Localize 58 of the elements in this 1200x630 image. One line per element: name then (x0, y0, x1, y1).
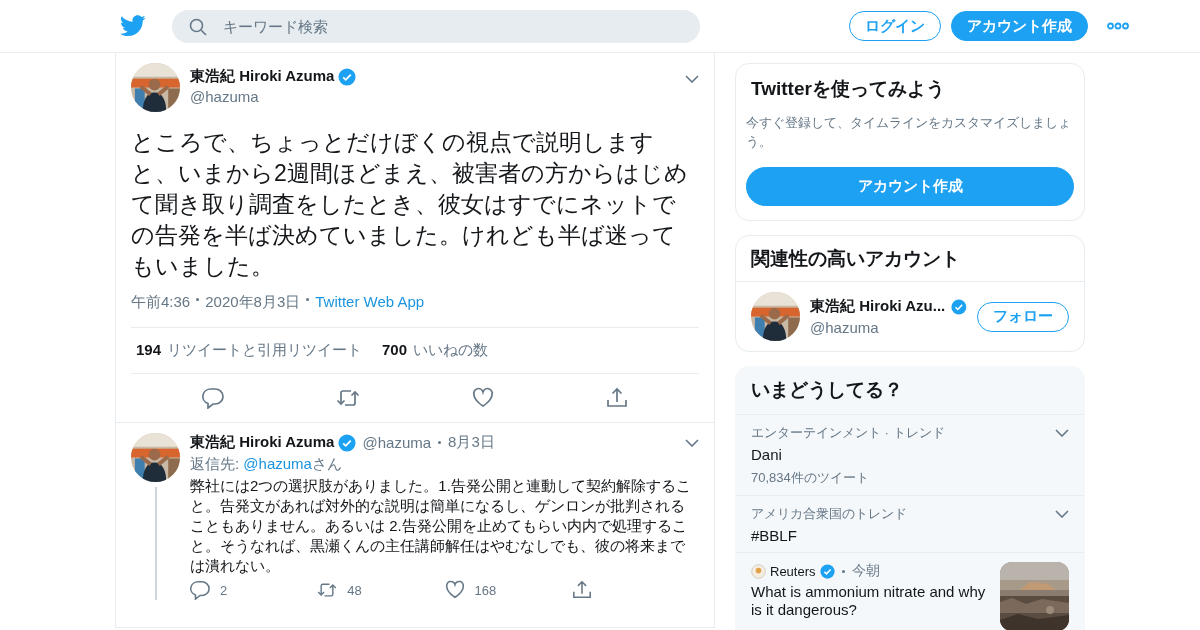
chevron-down-icon[interactable] (685, 75, 699, 83)
retweet-count[interactable]: 194 リツイートと引用リツイート (136, 341, 363, 360)
mention-link[interactable]: @hazuma (243, 455, 312, 472)
user-name[interactable]: 東浩紀 Hiroki Azuma (190, 67, 335, 86)
card-title: Twitterを使ってみよう (750, 77, 946, 101)
card-title: 関連性の高いアカウント (736, 236, 1084, 282)
reply-count: 2 (220, 582, 228, 598)
search-icon (189, 17, 207, 36)
signup-button[interactable]: アカウント作成 (746, 167, 1074, 206)
source-link[interactable]: Twitter Web App (315, 293, 425, 310)
card-title: いまどうしてる？ (736, 367, 1084, 415)
user-handle[interactable]: @hazuma (190, 88, 675, 105)
chevron-down-icon[interactable] (1055, 510, 1069, 518)
tweet-date[interactable]: 8月3日 (448, 433, 495, 452)
retweet-icon[interactable] (317, 580, 338, 600)
tweet-count: 70,834件のツイート (751, 469, 870, 487)
user-handle[interactable]: @hazuma (362, 434, 432, 451)
tweet-text: ところで、ちょっとだけぼくの視点で説明しますと、いまから2週間ほどまえ、被害者の方からはじめて聞き取り調査をしたとき、彼女はすでにネットでの告発を半ば決めていました。けれども半ば迷ってもいました。 (131, 128, 689, 281)
retweet-count: 48 (347, 582, 362, 598)
separator-dot (196, 298, 200, 301)
signup-button[interactable]: アカウント作成 (951, 11, 1088, 41)
tweet-text: 弊社には2つの選択肢がありました。1.告発公開と連動して契約解除すること。告発文があれば対外的な説明は簡単になるし、ゲンロンが批判されることもありません。あるいは 2.告発公開を止めてもらい内内で処理すること。そうなれば、黒瀬くんの主任講師解任はやむなしでも、彼の将来までは潰れない。 (190, 476, 692, 576)
trend-item[interactable]: アメリカ合衆国のトレンド #BBLF (736, 496, 1084, 553)
news-headline: What is ammonium nitrate and why is it dangerous? (751, 583, 987, 619)
news-item[interactable]: Reuters 今朝 What is ammonium nitrate and why is it dangerous? (736, 553, 1084, 630)
search-field[interactable]: キーワード検索 (172, 9, 700, 43)
reply-icon[interactable] (202, 387, 224, 409)
tweet-date: 2020年8月3日 (205, 293, 301, 310)
news-logo-icon (751, 563, 766, 579)
trend-name: #BBLF (751, 527, 798, 544)
user-handle[interactable]: @hazuma (810, 319, 967, 336)
share-icon[interactable] (571, 580, 592, 600)
trend-context: アメリカ合衆国のトレンド (751, 505, 907, 523)
user-name[interactable]: 東浩紀 Hiroki Azuma (190, 433, 335, 452)
news-time: 今朝 (851, 562, 880, 580)
chevron-down-icon[interactable] (1055, 429, 1069, 437)
reply-to-text: 返信先: @hazumaさん (190, 455, 343, 474)
chevron-down-icon[interactable] (685, 438, 699, 447)
share-icon[interactable] (606, 387, 628, 409)
heart-icon[interactable] (472, 387, 494, 409)
tweet-time: 午前4:36 (131, 293, 191, 310)
bird-logo-icon[interactable] (120, 15, 146, 37)
separator-dot (306, 298, 310, 301)
more-icon[interactable] (1107, 22, 1129, 30)
user-name[interactable]: 東浩紀 Hiroki Azu... (810, 297, 946, 316)
card-description: 今すぐ登録して、タイムラインをカスタマイズしましょう。 (746, 114, 1072, 151)
login-button[interactable]: ログイン (849, 11, 941, 41)
reply-icon[interactable] (190, 580, 210, 600)
separator-dot (438, 441, 442, 444)
like-count: 168 (474, 582, 497, 598)
trend-item[interactable]: エンターテインメント · トレンド Dani 70,834件のツイート (736, 415, 1084, 496)
like-count[interactable]: 700 いいねの数 (382, 341, 489, 360)
follow-button[interactable]: フォロー (977, 301, 1069, 332)
separator-dot (841, 569, 845, 573)
trend-context: エンターテインメント · トレンド (751, 424, 945, 442)
news-source: Reuters (770, 563, 816, 579)
heart-icon[interactable] (444, 580, 465, 600)
trend-name: Dani (751, 446, 783, 463)
